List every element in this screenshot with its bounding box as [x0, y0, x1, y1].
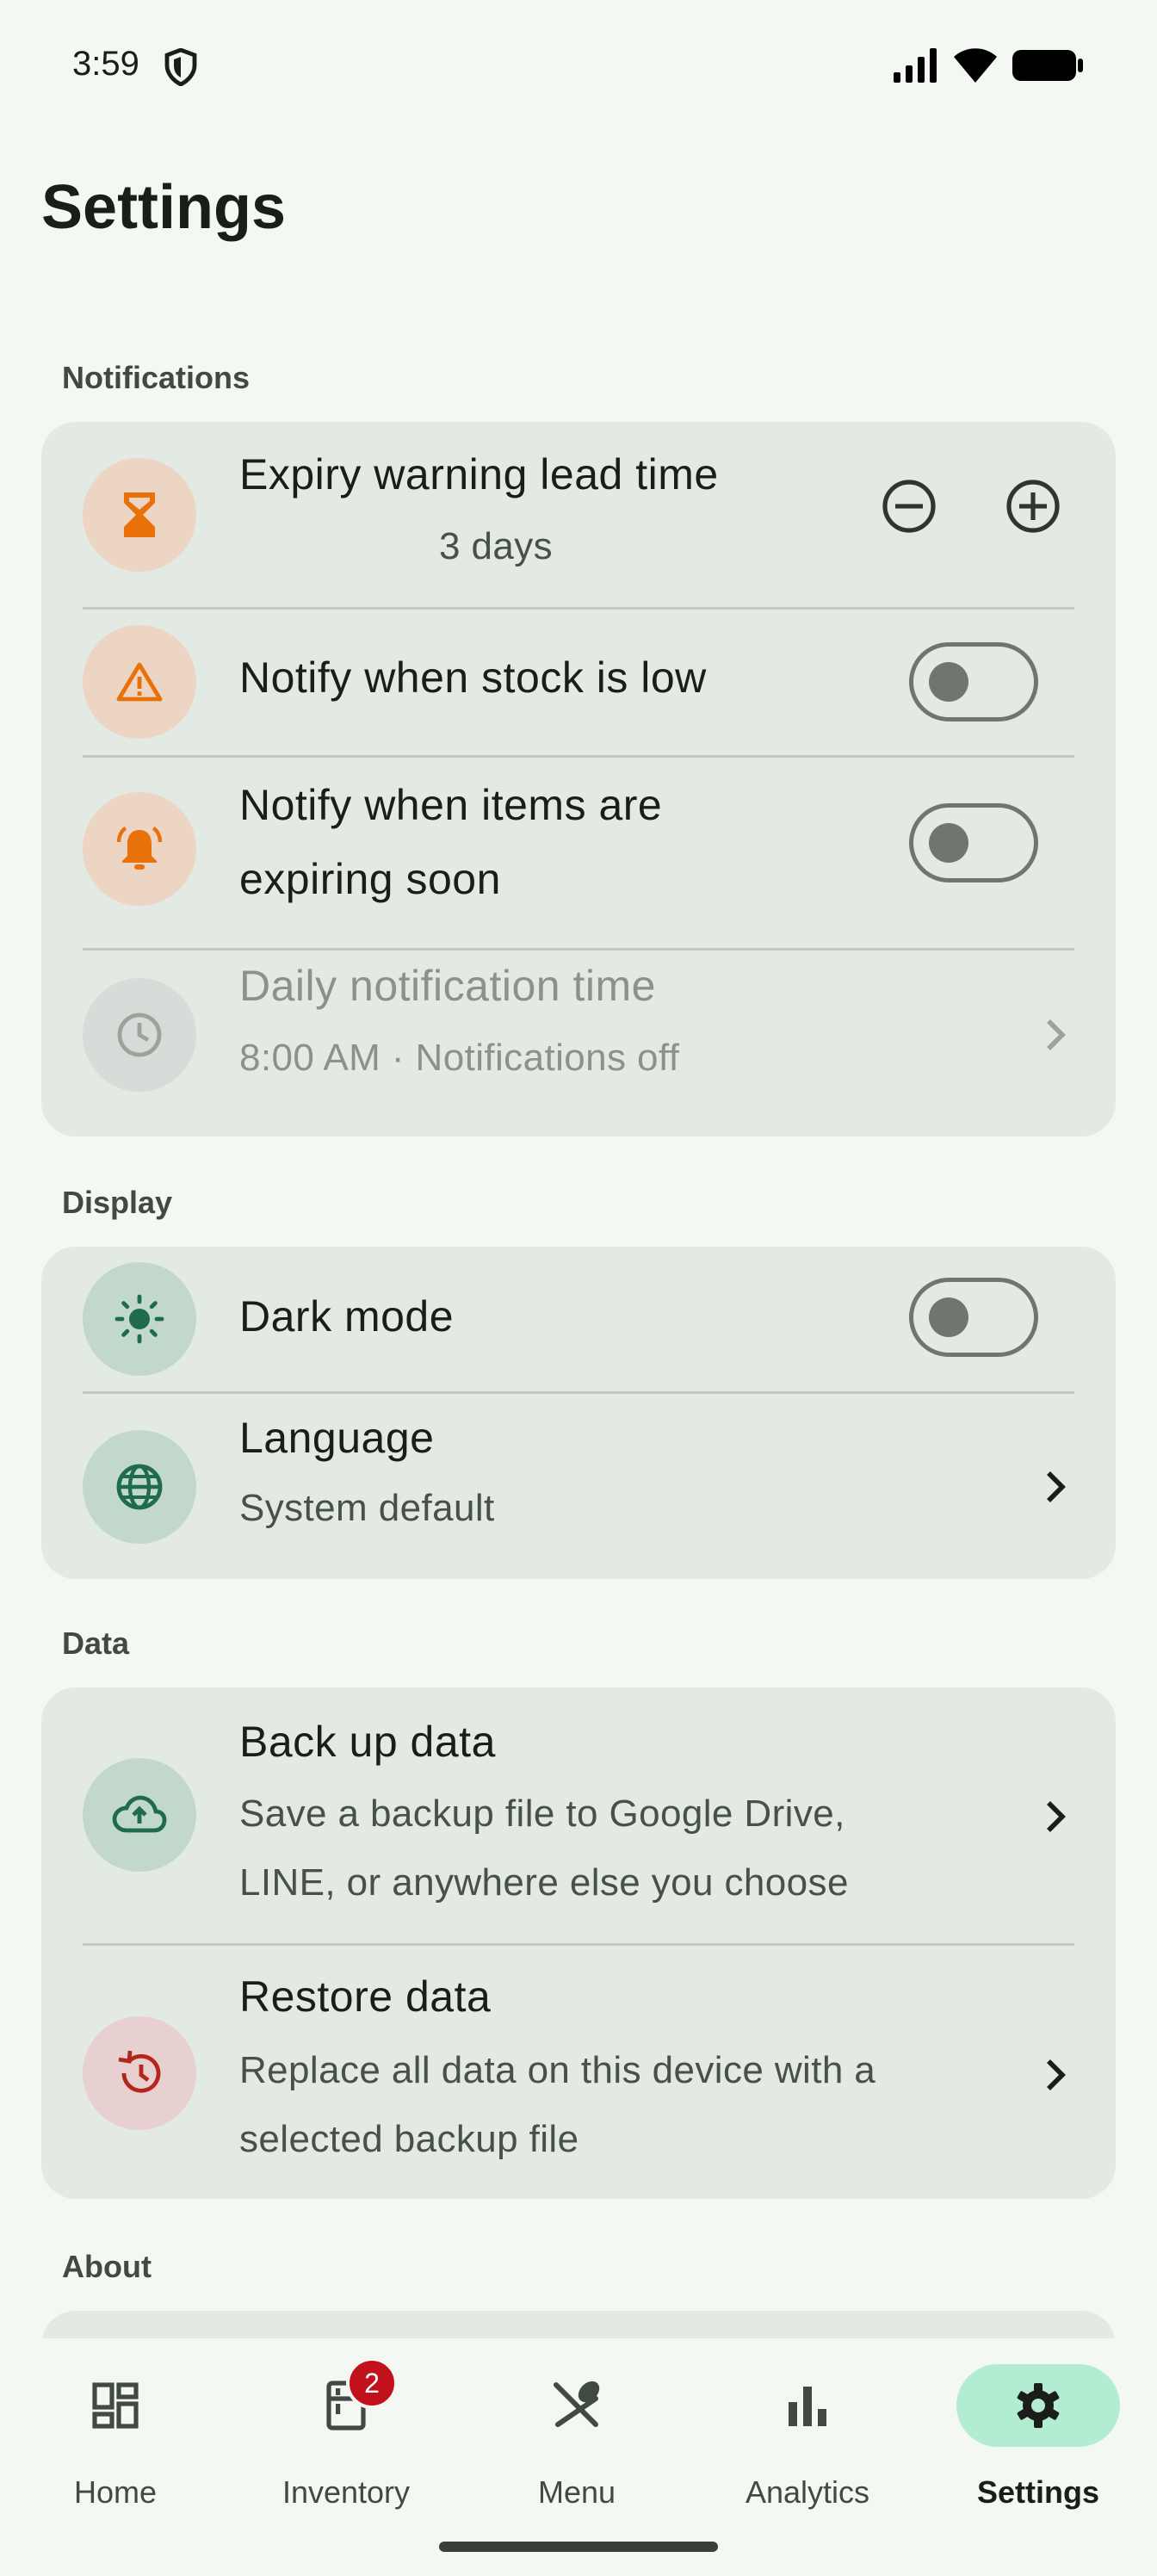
language-row[interactable]: Language System default: [41, 1394, 1116, 1579]
daily-title: Daily notification time: [239, 962, 656, 1010]
globe-icon: [83, 1430, 196, 1544]
expiry-value: 3 days: [439, 525, 554, 567]
nav-settings[interactable]: Settings: [923, 2338, 1154, 2511]
chevron-right-icon: [1040, 2056, 1071, 2098]
low-stock-toggle[interactable]: [909, 642, 1038, 721]
dashboard-icon: [34, 2364, 197, 2447]
display-card: Dark mode Language System default: [41, 1247, 1116, 1579]
nav-label-home: Home: [73, 2474, 158, 2510]
low-stock-title: Notify when stock is low: [239, 653, 707, 702]
shield-icon: [164, 47, 198, 90]
nav-label-settings: Settings: [976, 2474, 1099, 2510]
cloud-upload-icon: [83, 1758, 196, 1872]
home-indicator: [439, 2542, 718, 2552]
section-label-notifications: Notifications: [62, 360, 251, 395]
hourglass-icon: [83, 458, 196, 572]
dark-mode-toggle[interactable]: [909, 1278, 1038, 1357]
backup-subtitle-line2: LINE, or anywhere else you choose: [239, 1861, 849, 1904]
bell-icon: [83, 792, 196, 906]
sun-icon: [83, 1262, 196, 1376]
restore-subtitle-line2: selected backup file: [239, 2118, 579, 2160]
chevron-right-icon: [1040, 1798, 1071, 1840]
increase-button[interactable]: [990, 474, 1076, 543]
expiring-title-line1: Notify when items are: [239, 781, 663, 829]
notifications-card: Expiry warning lead time 3 days Notify w…: [41, 422, 1116, 1136]
inventory-badge: 2: [346, 2357, 398, 2409]
utensils-icon: [495, 2364, 659, 2447]
nav-analytics[interactable]: Analytics: [692, 2338, 923, 2511]
daily-notification-row[interactable]: Daily notification time 8:00 AM · Notifi…: [41, 951, 1116, 1136]
nav-menu[interactable]: Menu: [461, 2338, 692, 2511]
expiring-title-line2: expiring soon: [239, 855, 501, 903]
restore-row[interactable]: Restore data Replace all data on this de…: [41, 1946, 1116, 2199]
nav-label-analytics: Analytics: [745, 2474, 870, 2510]
clock-icon: [83, 978, 196, 1092]
section-label-display: Display: [62, 1185, 173, 1220]
bottom-navigation: Home 2 Inventory Menu Analytics Settings: [0, 2338, 1157, 2576]
expiring-toggle[interactable]: [909, 803, 1038, 882]
restore-title: Restore data: [239, 1972, 492, 2021]
expiry-lead-time-row: Expiry warning lead time 3 days: [41, 422, 1116, 608]
nav-home[interactable]: Home: [0, 2338, 231, 2511]
daily-subtitle: 8:00 AM · Notifications off: [239, 1037, 680, 1079]
restore-subtitle-line1: Replace all data on this device with a: [239, 2049, 876, 2091]
wifi-icon: [954, 48, 997, 83]
expiry-title: Expiry warning lead time: [239, 450, 719, 498]
section-label-about: About: [62, 2249, 152, 2284]
status-icons: [894, 48, 1085, 83]
expiring-soon-row[interactable]: Notify when items are expiring soon: [41, 758, 1116, 947]
language-title: Language: [239, 1414, 435, 1462]
low-stock-row[interactable]: Notify when stock is low: [41, 610, 1116, 756]
status-time: 3:59: [72, 45, 139, 83]
nav-inventory[interactable]: 2 Inventory: [231, 2338, 461, 2511]
backup-subtitle-line1: Save a backup file to Google Drive,: [239, 1793, 845, 1835]
dark-mode-row[interactable]: Dark mode: [41, 1247, 1116, 1391]
section-label-data: Data: [62, 1625, 130, 1661]
restore-history-icon: [83, 2016, 196, 2130]
chevron-right-icon: [1040, 1468, 1071, 1510]
bar-chart-icon: [726, 2364, 889, 2447]
dark-mode-title: Dark mode: [239, 1292, 455, 1341]
nav-label-inventory: Inventory: [282, 2474, 411, 2510]
chevron-right-icon: [1040, 1016, 1071, 1058]
backup-title: Back up data: [239, 1718, 496, 1766]
backup-row[interactable]: Back up data Save a backup file to Googl…: [41, 1687, 1116, 1944]
battery-icon: [1012, 50, 1083, 81]
decrease-button[interactable]: [866, 474, 952, 543]
signal-icon: [894, 48, 937, 83]
nav-label-menu: Menu: [537, 2474, 616, 2510]
data-card: Back up data Save a backup file to Googl…: [41, 1687, 1116, 2199]
language-subtitle: System default: [239, 1487, 495, 1529]
page-title: Settings: [41, 173, 287, 242]
gear-icon: [956, 2364, 1120, 2447]
warning-icon: [83, 625, 196, 739]
